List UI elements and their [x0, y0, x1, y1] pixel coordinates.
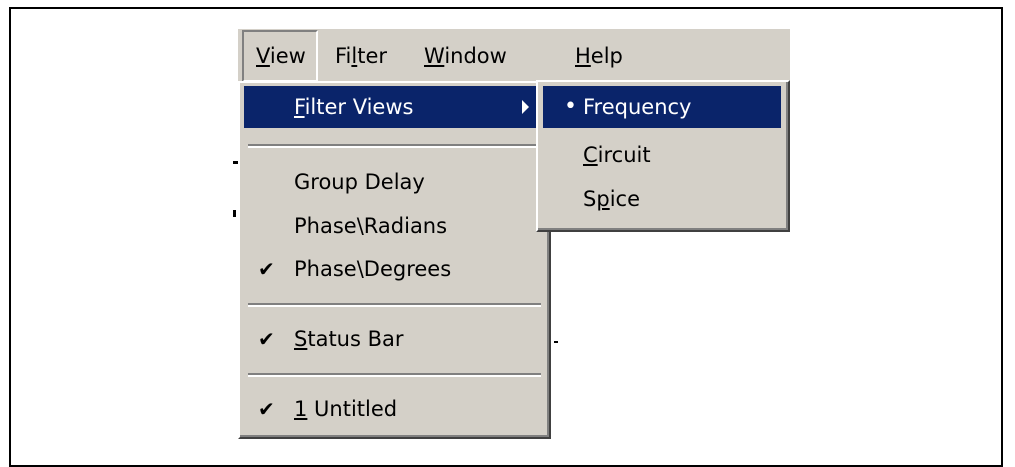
menu-item-filter-views[interactable]: Filter Views [244, 86, 545, 128]
menu-separator [248, 303, 541, 307]
menu-item-status-bar-label: Status Bar [294, 327, 404, 351]
radio-bullet-icon: • [564, 94, 577, 119]
background-fragment [554, 341, 558, 343]
menu-item-phase-radians-label: Phase\Radians [294, 214, 448, 238]
submenu-item-frequency[interactable]: • Frequency [543, 86, 781, 128]
menu-help-label-accel: H [575, 44, 591, 68]
menu-bar-edge [238, 27, 790, 29]
menu-view[interactable]: View [242, 30, 318, 82]
menu-item-phase-radians[interactable]: Phase\Radians [244, 205, 545, 247]
menu-help[interactable]: Help [575, 30, 623, 82]
menu-window-label-post: indow [444, 44, 507, 68]
submenu-item-circuit[interactable]: Circuit [543, 134, 781, 176]
menu-item-group-delay[interactable]: Group Delay [244, 161, 545, 203]
submenu-item-spice[interactable]: Spice [543, 178, 781, 220]
background-fragment [233, 210, 236, 217]
check-mark-icon: ✔ [258, 327, 275, 351]
menu-item-recent-file[interactable]: ✔ 1 Untitled [244, 388, 545, 430]
check-mark-icon: ✔ [258, 257, 275, 281]
submenu-arrow-icon [522, 100, 529, 114]
menu-item-status-bar[interactable]: ✔ Status Bar [244, 318, 545, 360]
menu-window[interactable]: Window [424, 30, 507, 82]
menu-separator [248, 373, 541, 377]
menu-item-phase-degrees-label: Phase\Degrees [294, 257, 452, 281]
menu-help-label-post: elp [590, 44, 623, 68]
menu-item-phase-degrees[interactable]: ✔ Phase\Degrees [244, 248, 545, 290]
submenu-item-spice-label: Spice [583, 187, 640, 211]
filter-views-submenu: • Frequency Circuit Spice [536, 80, 790, 232]
menu-filter[interactable]: Filter [335, 30, 387, 82]
menu-window-label-accel: W [424, 44, 445, 68]
menu-bar: View Filter Window Help [238, 27, 790, 85]
menu-view-label-post: iew [269, 44, 306, 68]
submenu-item-circuit-label: Circuit [583, 143, 651, 167]
menu-item-recent-file-label: 1 Untitled [294, 397, 398, 421]
check-mark-icon: ✔ [258, 397, 275, 421]
menu-filter-label-pre: Fi [335, 44, 352, 68]
menu-view-label-accel: V [256, 44, 270, 68]
submenu-item-frequency-label: Frequency [583, 95, 692, 119]
menu-filter-label-post: ter [357, 44, 388, 68]
view-menu-dropdown: Filter Views Group Delay Phase\Radians ✔… [238, 81, 551, 439]
menu-separator [248, 144, 541, 148]
menu-item-group-delay-label: Group Delay [294, 170, 425, 194]
menu-item-filter-views-label: Filter Views [294, 95, 414, 119]
